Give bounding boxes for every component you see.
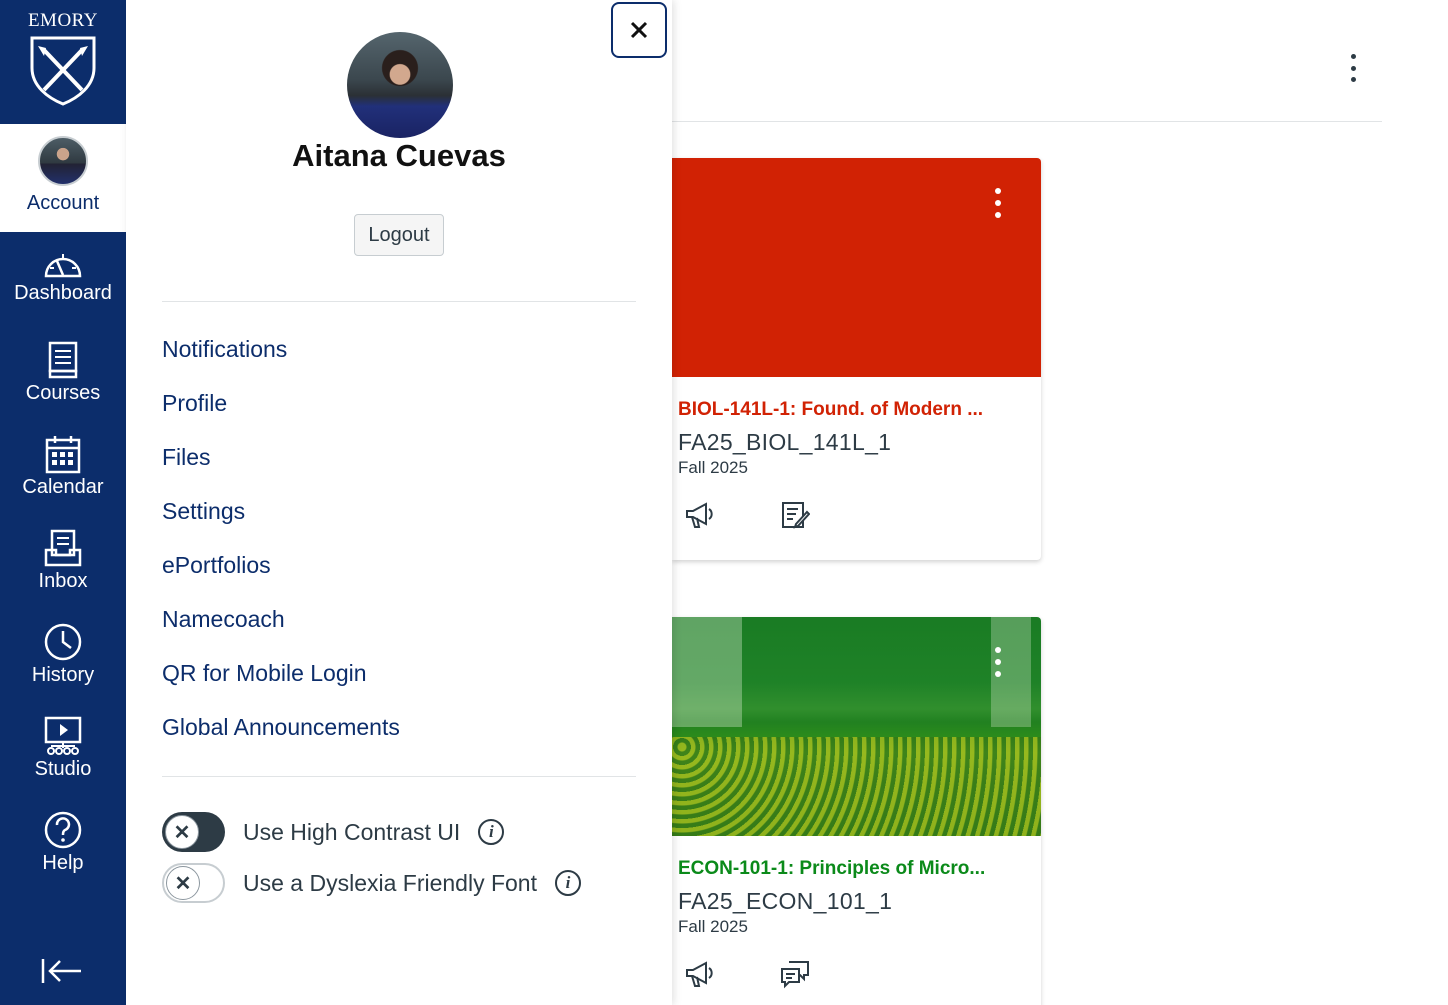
link-global-announcements[interactable]: Global Announcements: [162, 700, 400, 754]
dyslexia-font-label: Use a Dyslexia Friendly Font: [243, 869, 537, 896]
course-title-link[interactable]: ECON-101-1: Principles of Micro...: [678, 858, 1041, 880]
nav-studio[interactable]: Studio: [0, 702, 126, 796]
course-card-biol[interactable]: BIOL-141L-1: Found. of Modern ... FA25_B…: [672, 158, 1041, 560]
nav-account-label: Account: [26, 192, 100, 214]
dyslexia-font-row: ✕ Use a Dyslexia Friendly Font i: [162, 863, 581, 903]
high-contrast-label: Use High Contrast UI: [243, 818, 461, 845]
divider: [162, 301, 636, 302]
user-avatar: [347, 32, 453, 138]
toggle-off-icon: ✕: [166, 866, 200, 900]
course-card-actions: [684, 500, 1041, 560]
nav-account[interactable]: Account: [0, 124, 126, 232]
dashboard-options-button[interactable]: [1340, 48, 1366, 88]
dyslexia-font-toggle[interactable]: ✕: [162, 863, 225, 903]
logout-button[interactable]: Logout: [354, 214, 444, 256]
help-icon: [44, 811, 82, 849]
nav-courses[interactable]: Courses: [0, 326, 126, 420]
kebab-dot: [995, 200, 1001, 206]
course-term: Fall 2025: [678, 917, 748, 936]
high-contrast-row: ✕ Use High Contrast UI i: [162, 812, 505, 852]
course-code: FA25_BIOL_141L_1: [678, 429, 892, 455]
link-notifications[interactable]: Notifications: [162, 322, 400, 376]
nav-help-label: Help: [42, 852, 84, 874]
link-files[interactable]: Files: [162, 430, 400, 484]
announcements-icon[interactable]: [684, 500, 714, 530]
link-qr-mobile-login[interactable]: QR for Mobile Login: [162, 646, 400, 700]
kebab-dot: [1350, 65, 1356, 71]
header-divider: [672, 121, 1382, 122]
global-navigation: EMORY Account Dashboard Courses Calendar…: [0, 0, 126, 1005]
card-options-button[interactable]: [993, 647, 1003, 677]
link-eportfolios[interactable]: ePortfolios: [162, 538, 400, 592]
toggle-off-icon: ✕: [165, 815, 199, 849]
info-icon[interactable]: i: [478, 819, 505, 845]
link-settings[interactable]: Settings: [162, 484, 400, 538]
discussions-icon[interactable]: [780, 959, 810, 989]
nav-history[interactable]: History: [0, 608, 126, 702]
card-options-button[interactable]: [993, 188, 1003, 218]
gate-pillar-left: [672, 617, 742, 727]
account-links: Notifications Profile Files Settings ePo…: [162, 322, 400, 754]
courses-icon: [48, 341, 78, 379]
nav-help[interactable]: Help: [0, 796, 126, 890]
emory-shield-icon: [30, 36, 96, 106]
user-name: Aitana Cuevas: [292, 138, 506, 173]
logo-text: EMORY: [27, 10, 99, 31]
studio-icon: [44, 716, 82, 755]
close-tray-button[interactable]: [611, 2, 667, 58]
nav-history-label: History: [31, 664, 95, 686]
nav-courses-label: Courses: [25, 382, 101, 404]
kebab-dot: [995, 212, 1001, 218]
dashboard-icon: [44, 254, 82, 278]
kebab-dot: [1350, 54, 1356, 59]
nav-studio-label: Studio: [34, 758, 92, 780]
close-icon: [630, 21, 648, 39]
tulip-field: [672, 737, 1041, 836]
avatar: [38, 136, 88, 186]
kebab-dot: [995, 188, 1001, 194]
course-term: Fall 2025: [678, 458, 748, 477]
nav-calendar[interactable]: Calendar: [0, 420, 126, 514]
nav-inbox[interactable]: Inbox: [0, 514, 126, 608]
high-contrast-toggle[interactable]: ✕: [162, 812, 225, 852]
course-card-econ[interactable]: ECON-101-1: Principles of Micro... FA25_…: [672, 617, 1041, 1005]
link-profile[interactable]: Profile: [162, 376, 400, 430]
course-card-hero[interactable]: [672, 158, 1041, 377]
announcements-icon[interactable]: [684, 959, 714, 989]
course-card-actions: [684, 959, 1041, 1005]
collapse-nav-button[interactable]: [40, 956, 84, 991]
course-code: FA25_ECON_101_1: [678, 888, 893, 914]
collapse-arrow-icon: [41, 959, 81, 983]
kebab-dot: [1350, 77, 1356, 82]
history-icon: [44, 623, 82, 661]
course-card-hero[interactable]: [672, 617, 1041, 836]
nav-dashboard-label: Dashboard: [14, 282, 112, 304]
inbox-icon: [44, 529, 82, 567]
nav-inbox-label: Inbox: [38, 570, 88, 592]
course-title-link[interactable]: BIOL-141L-1: Found. of Modern ...: [678, 399, 1041, 421]
emory-logo[interactable]: EMORY: [0, 0, 126, 124]
calendar-icon: [45, 436, 81, 474]
assignments-icon[interactable]: [780, 500, 810, 530]
nav-dashboard[interactable]: Dashboard: [0, 232, 126, 326]
divider: [162, 776, 636, 777]
info-icon[interactable]: i: [555, 870, 581, 896]
kebab-dot: [995, 659, 1001, 665]
account-tray: Aitana Cuevas Logout Notifications Profi…: [126, 0, 672, 1005]
kebab-dot: [995, 671, 1001, 677]
nav-calendar-label: Calendar: [22, 476, 104, 498]
link-namecoach[interactable]: Namecoach: [162, 592, 400, 646]
kebab-dot: [995, 647, 1001, 653]
